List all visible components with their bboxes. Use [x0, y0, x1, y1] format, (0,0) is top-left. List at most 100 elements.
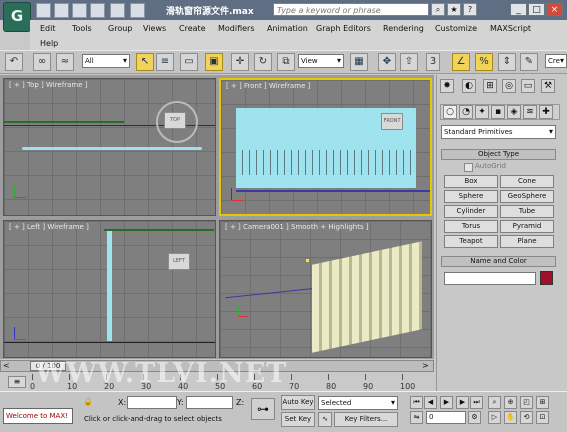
y-coordinate-field[interactable] — [186, 396, 233, 409]
next-key-icon[interactable]: ▶ — [456, 396, 469, 409]
redo-icon[interactable] — [110, 3, 125, 18]
orbit-icon[interactable]: ⟲ — [520, 411, 533, 424]
utilities-tab-icon[interactable]: ⚒ — [541, 79, 555, 93]
spinner-snap-icon[interactable]: ⇕ — [498, 53, 516, 71]
pyramid-button[interactable]: Pyramid — [500, 220, 554, 233]
name-and-color-rollout[interactable]: Name and Color — [441, 256, 556, 267]
helpers-icon[interactable]: ◈ — [507, 105, 521, 119]
maximize-viewport-icon[interactable]: ⊡ — [536, 411, 549, 424]
sphere-button[interactable]: Sphere — [444, 190, 498, 203]
create-tab-icon[interactable]: ✸ — [440, 79, 454, 93]
hierarchy-tab-icon[interactable]: ⊞ — [483, 79, 497, 93]
percent-snap-icon[interactable]: % — [475, 53, 493, 71]
menu-maxscript[interactable]: MAXScript — [490, 24, 531, 33]
keyboard-shortcut-override-icon[interactable]: ⇧ — [400, 53, 418, 71]
pivot-center-icon[interactable]: ▦ — [350, 53, 368, 71]
lights-icon[interactable]: ✦ — [475, 105, 489, 119]
angle-snap-icon[interactable]: ∠ — [452, 53, 470, 71]
field-of-view-icon[interactable]: ▷ — [488, 411, 501, 424]
viewcube-left[interactable]: LEFT — [168, 253, 190, 270]
key-mode-toggle-icon[interactable]: ⇋ — [410, 411, 423, 424]
named-selection-dropdown[interactable]: Cre — [545, 54, 567, 68]
cameras-icon[interactable]: ▪ — [491, 105, 505, 119]
cone-button[interactable]: Cone — [500, 175, 554, 188]
close-button[interactable]: × — [546, 3, 563, 16]
time-configuration-icon[interactable]: ⚙ — [468, 411, 481, 424]
select-by-name-icon[interactable]: ≡ — [156, 53, 174, 71]
object-type-rollout[interactable]: Object Type — [441, 149, 556, 160]
plane-button[interactable]: Plane — [500, 235, 554, 248]
select-manipulate-icon[interactable]: ✥ — [378, 53, 396, 71]
viewport-top[interactable]: TOP [ + ] Top ] Wireframe ] — [3, 78, 216, 216]
viewcube-front[interactable]: FRONT — [381, 113, 403, 130]
search-icon[interactable]: ⌕ — [431, 3, 445, 16]
rail-object-top[interactable] — [4, 121, 124, 123]
previous-key-icon[interactable]: ◀ — [424, 396, 437, 409]
go-to-end-icon[interactable]: ⏭ — [470, 396, 483, 409]
motion-tab-icon[interactable]: ◎ — [502, 79, 516, 93]
lock-selection-icon[interactable]: 🔒 — [83, 397, 93, 407]
select-scale-icon[interactable]: ⧉ — [277, 53, 295, 71]
mini-curve-editor-icon[interactable]: ≡ — [8, 376, 26, 388]
teapot-button[interactable]: Teapot — [444, 235, 498, 248]
maximize-button[interactable]: □ — [528, 3, 545, 16]
set-key-button[interactable]: Set Key — [281, 412, 315, 427]
selection-filter-dropdown[interactable]: All — [82, 54, 130, 68]
cylinder-button[interactable]: Cylinder — [444, 205, 498, 218]
viewport-label-top[interactable]: [ + ] Top ] Wireframe ] — [9, 81, 87, 89]
snaps-toggle-icon[interactable]: 3 — [426, 53, 440, 71]
space-warps-icon[interactable]: ≋ — [523, 105, 537, 119]
undo-toolbar-icon[interactable]: ↶ — [5, 53, 23, 71]
link-icon[interactable]: ∞ — [33, 53, 51, 71]
bind-space-warp-icon[interactable]: ≈ — [56, 53, 74, 71]
tube-button[interactable]: Tube — [500, 205, 554, 218]
menu-tools[interactable]: Tools — [72, 24, 92, 33]
menu-create[interactable]: Create — [179, 24, 206, 33]
rectangular-selection-icon[interactable]: ▭ — [180, 53, 198, 71]
search-input[interactable]: Type a keyword or phrase — [273, 3, 429, 16]
menu-edit[interactable]: Edit — [40, 24, 56, 33]
menu-views[interactable]: Views — [143, 24, 166, 33]
viewport-left[interactable]: LEFT [ + ] Left ] Wireframe ] — [3, 220, 216, 358]
minimize-button[interactable]: _ — [510, 3, 527, 16]
box-button[interactable]: Box — [444, 175, 498, 188]
object-name-field[interactable] — [444, 272, 536, 285]
geometry-icon[interactable]: ○ — [443, 105, 457, 119]
shapes-icon[interactable]: ◔ — [459, 105, 473, 119]
viewport-camera[interactable]: [ + ] Camera001 ] Smooth + Highlights ] — [219, 220, 432, 358]
viewport-label-front[interactable]: [ + ] Front ] Wireframe ] — [226, 82, 310, 90]
key-filters-button[interactable]: Key Filters... — [334, 412, 398, 427]
star-icon[interactable]: ★ — [447, 3, 461, 16]
zoom-icon[interactable]: ⌕ — [488, 396, 501, 409]
rail-object-left[interactable] — [104, 229, 214, 231]
menu-group[interactable]: Group — [108, 24, 132, 33]
save-file-icon[interactable] — [72, 3, 87, 18]
window-crossing-icon[interactable]: ▣ — [205, 53, 223, 71]
auto-key-button[interactable]: Auto Key — [281, 395, 315, 410]
zoom-all-icon[interactable]: ⊕ — [504, 396, 517, 409]
menu-rendering[interactable]: Rendering — [383, 24, 424, 33]
viewport-label-camera[interactable]: [ + ] Camera001 ] Smooth + Highlights ] — [225, 223, 369, 231]
x-coordinate-field[interactable] — [127, 396, 177, 409]
undo-icon[interactable] — [90, 3, 105, 18]
modify-tab-icon[interactable]: ◐ — [462, 79, 476, 93]
menu-help[interactable]: Help — [40, 39, 58, 48]
max-logo-icon[interactable]: G — [3, 2, 31, 32]
select-move-icon[interactable]: ✛ — [231, 53, 249, 71]
primitive-category-dropdown[interactable]: Standard Primitives — [441, 125, 556, 139]
open-file-icon[interactable] — [54, 3, 69, 18]
curtain-object-top[interactable] — [22, 147, 202, 150]
play-icon[interactable]: ▶ — [440, 396, 453, 409]
prev-frame-icon[interactable]: < — [3, 361, 13, 371]
pan-icon[interactable]: ✋ — [504, 411, 517, 424]
menu-graph-editors[interactable]: Graph Editors — [316, 24, 371, 33]
geosphere-button[interactable]: GeoSphere — [500, 190, 554, 203]
reference-coordinate-dropdown[interactable]: View — [298, 54, 344, 68]
menu-animation[interactable]: Animation — [267, 24, 308, 33]
curtain-object-left[interactable] — [107, 231, 112, 341]
zoom-extents-icon[interactable]: ◰ — [520, 396, 533, 409]
object-color-swatch[interactable] — [540, 271, 553, 285]
go-to-start-icon[interactable]: ⏮ — [410, 396, 423, 409]
next-frame-icon[interactable]: > — [422, 361, 432, 371]
systems-icon[interactable]: ✚ — [539, 105, 553, 119]
